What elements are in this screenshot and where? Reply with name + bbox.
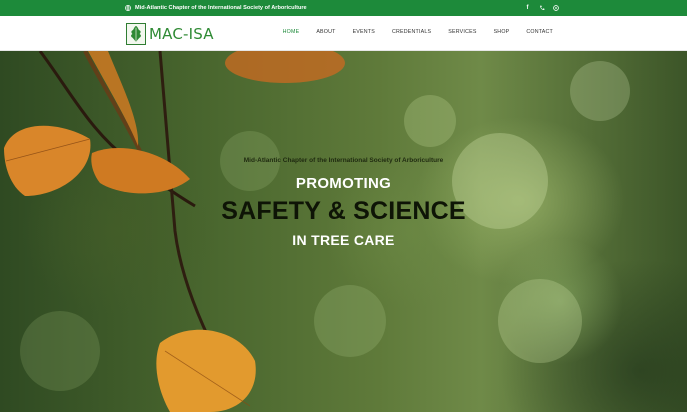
site-logo[interactable]: MAC-ISA (126, 22, 214, 46)
nav-services[interactable]: SERVICES (448, 29, 476, 35)
nav-home[interactable]: HOME (283, 29, 300, 35)
oak-leaf-icon (126, 23, 146, 45)
facebook-icon[interactable]: f (524, 3, 531, 12)
nav-events[interactable]: EVENTS (353, 29, 375, 35)
nav-about[interactable]: ABOUT (316, 29, 335, 35)
hero-banner: Mid-Atlantic Chapter of the Internationa… (0, 51, 687, 412)
hero-heading-line3: IN TREE CARE (292, 232, 395, 248)
social-links: f (524, 3, 559, 12)
nav-contact[interactable]: CONTACT (526, 29, 553, 35)
hero-heading-line1: PROMOTING (295, 175, 392, 192)
email-icon[interactable] (552, 3, 559, 12)
hero-subtitle: Mid-Atlantic Chapter of the Internationa… (243, 157, 444, 164)
nav-shop[interactable]: SHOP (494, 29, 510, 35)
globe-icon (125, 5, 131, 11)
logo-text: MAC-ISA (149, 25, 214, 43)
top-tagline-text: Mid-Atlantic Chapter of the Internationa… (135, 5, 307, 11)
phone-icon[interactable] (538, 3, 545, 12)
top-tagline: Mid-Atlantic Chapter of the Internationa… (125, 3, 307, 13)
nav-credentials[interactable]: CREDENTIALS (392, 29, 431, 35)
top-bar: Mid-Atlantic Chapter of the Internationa… (0, 0, 687, 16)
hero-heading-line2: SAFETY & SCIENCE (221, 197, 466, 225)
main-nav: HOME ABOUT EVENTS CREDENTIALS SERVICES S… (283, 29, 553, 35)
site-header: MAC-ISA HOME ABOUT EVENTS CREDENTIALS SE… (0, 16, 687, 51)
